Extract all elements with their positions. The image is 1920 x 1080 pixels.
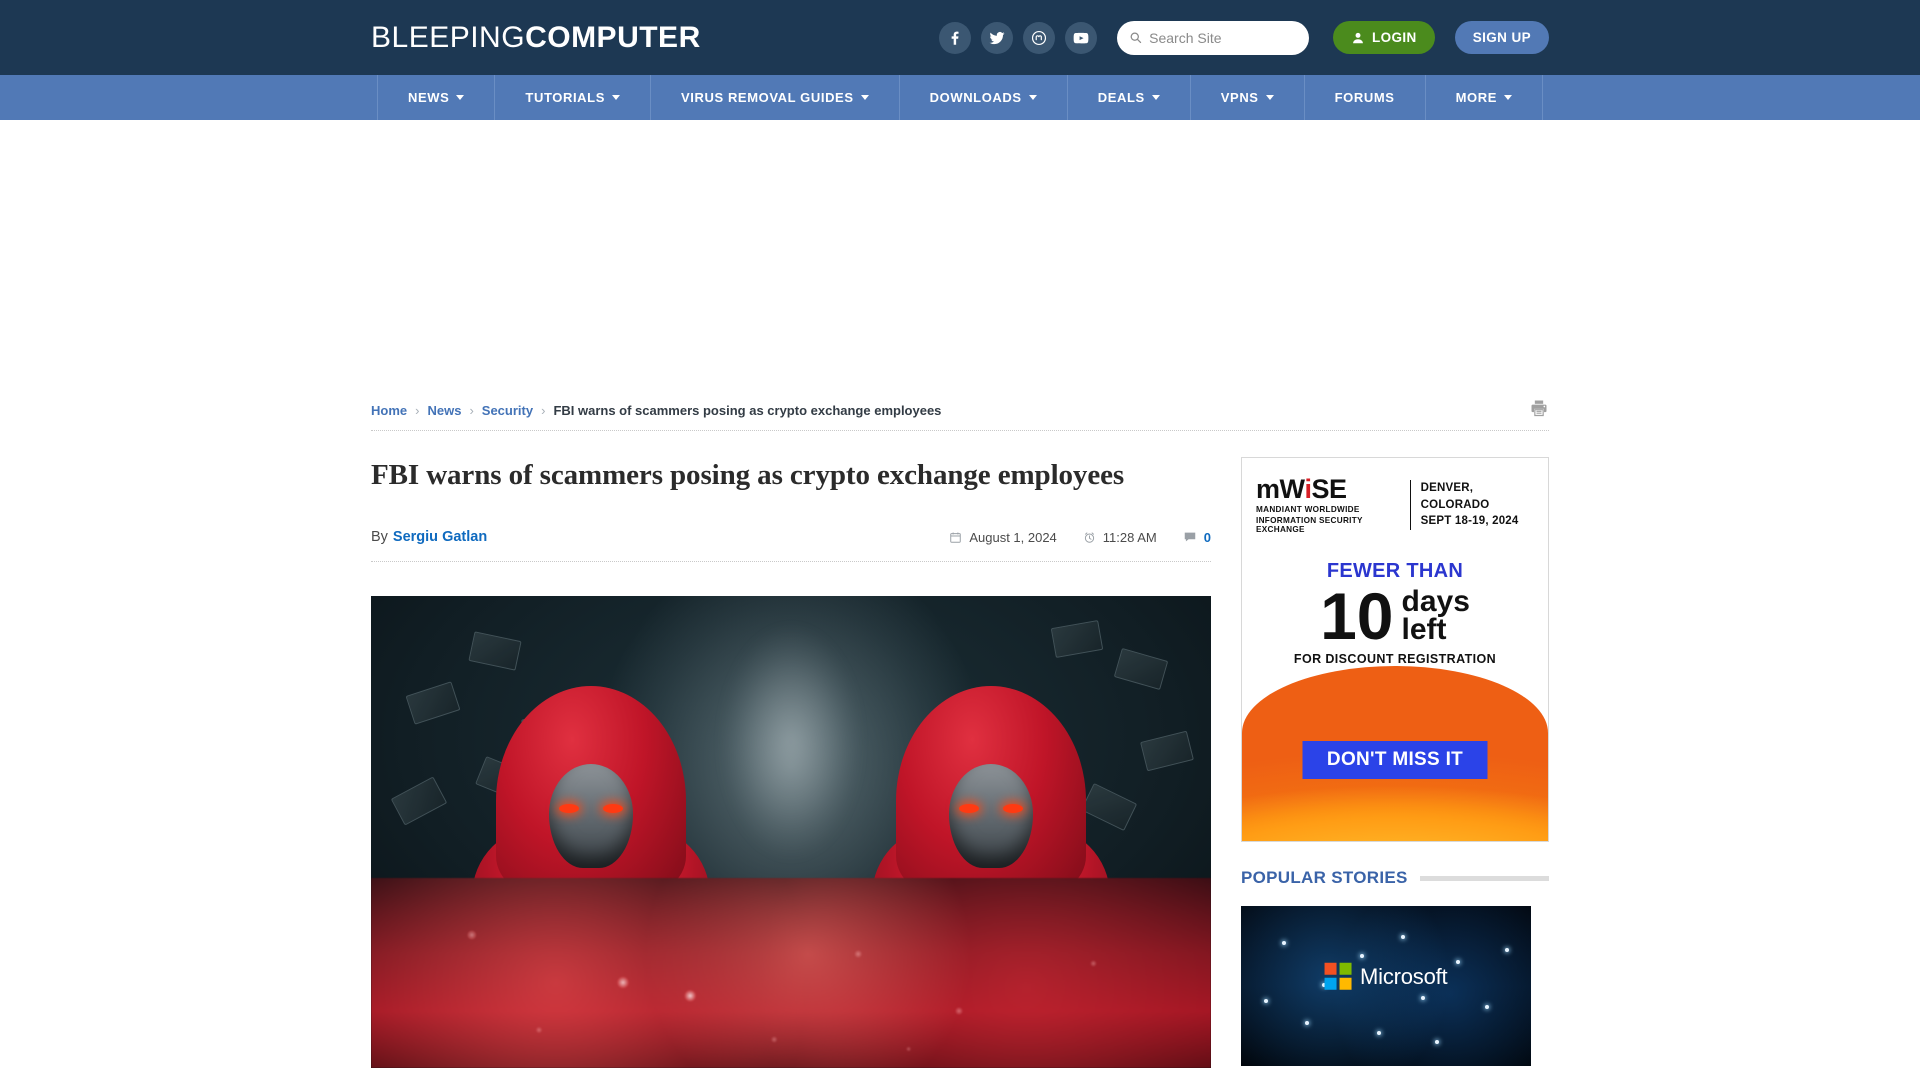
breadcrumb: Home › News › Security › FBI warns of sc… <box>371 390 1549 430</box>
ad-days-number: 10 <box>1320 579 1394 653</box>
nav-item-deals[interactable]: DEALS <box>1068 75 1191 120</box>
popular-stories-rule <box>1419 875 1549 881</box>
ad-cta-button[interactable]: DON'T MISS IT <box>1302 741 1488 779</box>
search-bar[interactable] <box>1116 20 1309 55</box>
login-button-label: LOGIN <box>1371 30 1417 45</box>
article-main: FBI warns of scammers posing as crypto e… <box>371 457 1211 1069</box>
byline-by-label: By <box>371 529 388 546</box>
chevron-down-icon <box>1151 95 1160 100</box>
chevron-down-icon <box>860 95 869 100</box>
comment-count[interactable]: 0 <box>1183 530 1211 545</box>
calendar-icon <box>950 532 962 543</box>
login-button[interactable]: LOGIN <box>1332 21 1435 54</box>
search-icon <box>1130 32 1142 44</box>
author-link[interactable]: Sergiu Gatlan <box>393 529 487 545</box>
comment-count-value: 0 <box>1203 529 1211 545</box>
signup-button-label: SIGN UP <box>1472 30 1531 45</box>
nav-item-more[interactable]: MORE <box>1426 75 1542 120</box>
breadcrumb-current: FBI warns of scammers posing as crypto e… <box>553 402 942 418</box>
breadcrumb-separator-icon: › <box>415 402 420 418</box>
mwise-logo-se: SE <box>1311 474 1348 504</box>
publish-date-text: August 1, 2024 <box>969 529 1057 545</box>
breadcrumb-separator-icon: › <box>541 402 546 418</box>
main-navigation: NEWS TUTORIALS VIRUS REMOVAL GUIDES DOWNLOA… <box>0 75 1920 120</box>
chevron-down-icon <box>1265 95 1274 100</box>
search-input[interactable] <box>1149 29 1297 46</box>
popular-stories-header: POPULAR STORIES <box>1241 868 1549 888</box>
nav-item-forums[interactable]: FORUMS <box>1305 75 1426 120</box>
chevron-down-icon <box>611 95 620 100</box>
microsoft-squares-icon <box>1324 963 1352 990</box>
nav-item-downloads[interactable]: DOWNLOADS <box>900 75 1068 120</box>
breadcrumb-home[interactable]: Home <box>371 403 407 418</box>
nav-item-label: FORUMS <box>1334 90 1395 105</box>
sidebar-ad-mwise[interactable]: m Wi SE MANDIANT WORLDWIDE INFORMATION SEC… <box>1241 457 1549 842</box>
nav-item-virus-removal-guides[interactable]: VIRUS REMOVAL GUIDES <box>651 75 900 120</box>
mwise-subtitle-line1: MANDIANT WORLDWIDE <box>1256 505 1360 514</box>
ad-location: DENVER, COLORADO <box>1420 481 1490 511</box>
ad-dates: SEPT 18-19, 2024 <box>1420 515 1519 528</box>
chevron-down-icon <box>456 95 465 100</box>
article-byline: By Sergiu Gatlan August 1, 2024 11:28 AM… <box>371 529 1211 563</box>
social-links <box>938 21 1097 54</box>
twitter-icon[interactable] <box>980 21 1013 54</box>
nav-item-label: NEWS <box>408 90 450 105</box>
chevron-down-icon <box>1028 95 1037 100</box>
mwise-logo-i: i <box>1304 474 1313 504</box>
clock-icon <box>1084 532 1094 543</box>
popular-stories-title: POPULAR STORIES <box>1241 868 1408 887</box>
nav-item-news[interactable]: NEWS <box>378 75 496 120</box>
breadcrumb-security[interactable]: Security <box>482 403 533 418</box>
sidebar: m Wi SE MANDIANT WORLDWIDE INFORMATION SEC… <box>1241 457 1549 1068</box>
popular-story-thumbnail[interactable]: Microsoft <box>1241 906 1531 1066</box>
nav-item-label: DEALS <box>1097 90 1145 105</box>
nav-item-vpns[interactable]: VPNS <box>1191 75 1305 120</box>
mwise-logo: m Wi SE MANDIANT WORLDWIDE INFORMATION SEC… <box>1256 474 1400 535</box>
publish-time-text: 11:28 AM <box>1102 529 1157 545</box>
site-header: BLEEPINGCOMPUTER Search Site LOGIN SIGN … <box>0 0 1920 75</box>
mwise-logo-m: m <box>1256 474 1280 504</box>
chevron-down-icon <box>1503 95 1512 100</box>
publish-date: August 1, 2024 <box>949 529 1057 545</box>
ad-left-word: left <box>1401 613 1447 647</box>
ad-headline: FEWER THAN <box>1326 560 1464 582</box>
mwise-logo-w: W <box>1279 474 1305 504</box>
site-logo[interactable]: BLEEPINGCOMPUTER <box>371 21 701 55</box>
top-ad-slot <box>0 120 1920 390</box>
nav-item-label: VPNS <box>1220 90 1259 105</box>
user-icon <box>1353 32 1363 43</box>
article-hero-image <box>371 596 1211 1069</box>
nav-item-label: DOWNLOADS <box>929 90 1022 105</box>
breadcrumb-news[interactable]: News <box>427 403 461 418</box>
comment-icon <box>1184 532 1196 542</box>
ad-divider <box>1409 480 1411 530</box>
mwise-subtitle-line2: INFORMATION SECURITY EXCHANGE <box>1256 516 1363 534</box>
mastodon-icon[interactable] <box>1022 21 1055 54</box>
signup-button[interactable]: SIGN UP <box>1454 21 1549 54</box>
breadcrumb-separator-icon: › <box>469 402 474 418</box>
microsoft-wordmark: Microsoft <box>1360 963 1448 989</box>
nav-item-label: VIRUS REMOVAL GUIDES <box>681 90 854 105</box>
logo-text-thin: BLEEPING <box>371 20 526 54</box>
publish-time: 11:28 AM <box>1083 530 1157 545</box>
print-icon[interactable] <box>1529 398 1549 423</box>
facebook-icon[interactable] <box>938 21 971 54</box>
ad-days-word: days <box>1401 584 1470 618</box>
youtube-icon[interactable] <box>1064 21 1097 54</box>
microsoft-logo: Microsoft <box>1324 963 1448 990</box>
nav-item-label: MORE <box>1455 90 1497 105</box>
page-title: FBI warns of scammers posing as crypto e… <box>371 459 1125 491</box>
nav-item-label: TUTORIALS <box>525 90 605 105</box>
ad-discount-text: FOR DISCOUNT REGISTRATION <box>1293 651 1497 666</box>
logo-text-bold: COMPUTER <box>525 20 701 54</box>
nav-item-tutorials[interactable]: TUTORIALS <box>495 75 651 120</box>
